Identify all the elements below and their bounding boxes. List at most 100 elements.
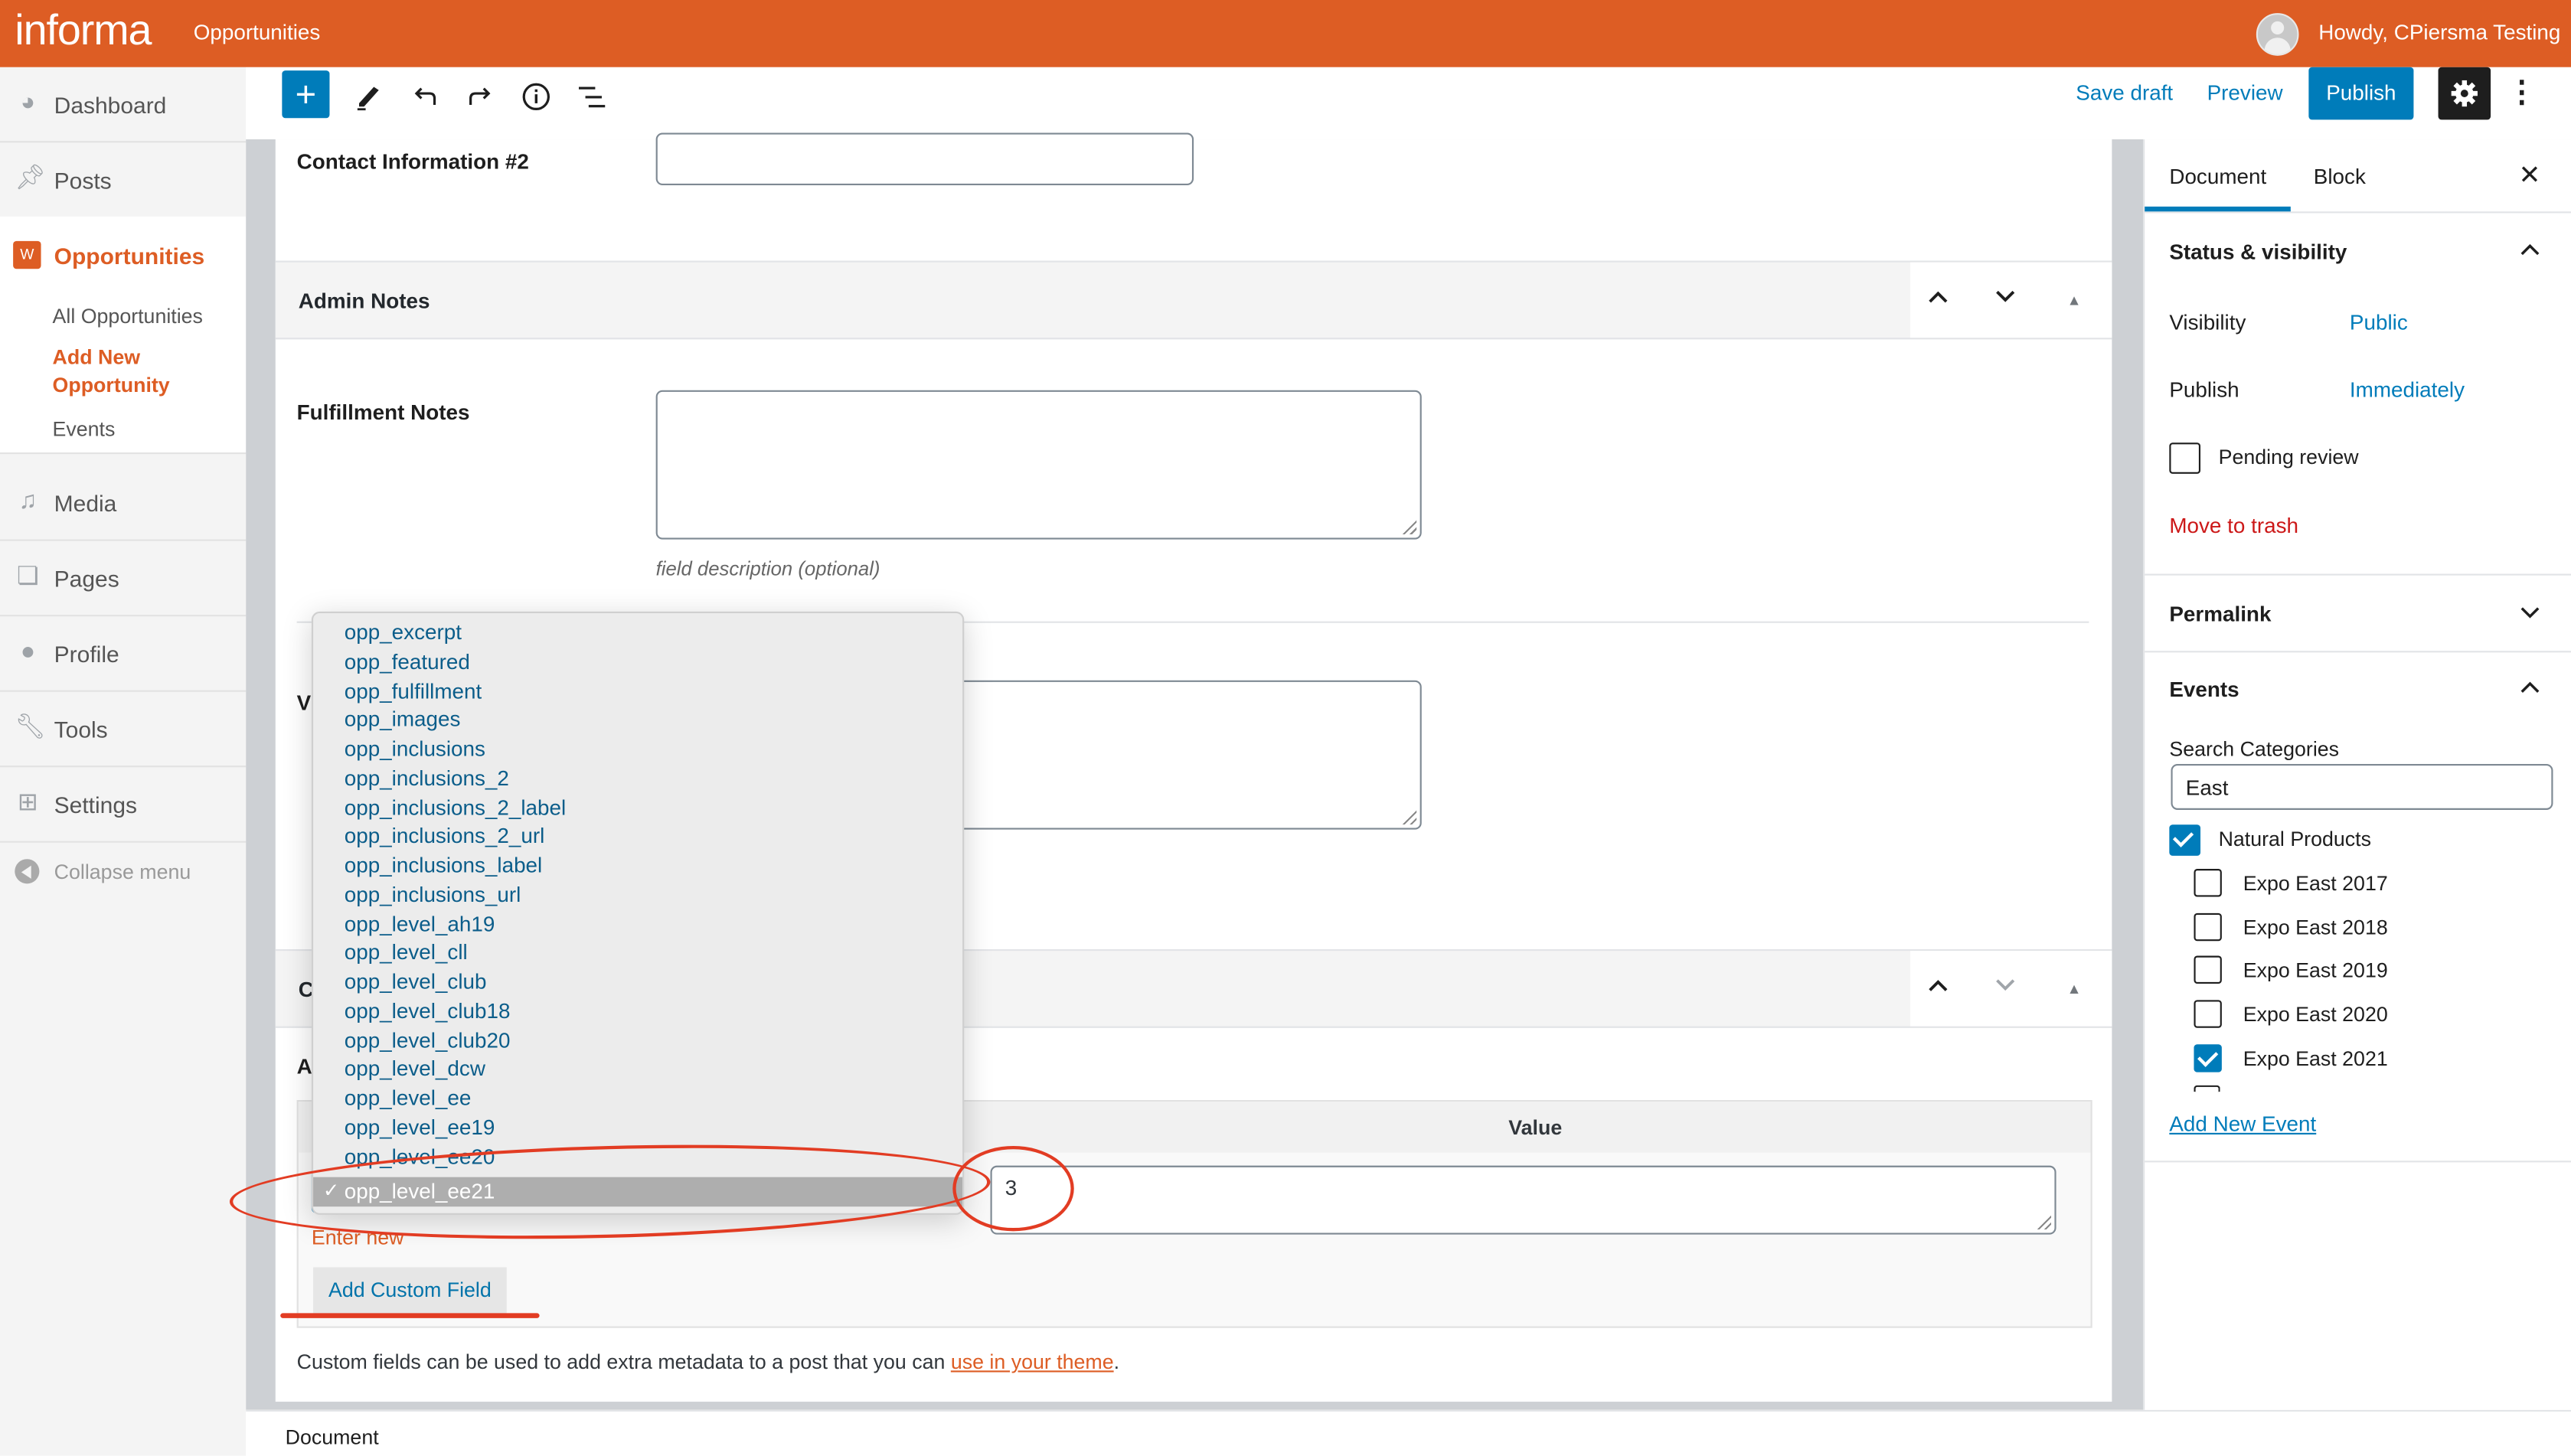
dropdown-option[interactable]: opp_level_ee [313,1084,962,1113]
wrench-icon: 🔧︎ [15,713,47,742]
move-up-button[interactable] [1923,286,1953,315]
panel-controls: ▲ [1909,262,2112,338]
contact-info-2-input[interactable] [655,132,1194,186]
chevron-up-icon[interactable] [2518,238,2541,261]
category-checkbox-partial[interactable] [2194,1085,2220,1092]
sidebar-item-label[interactable]: Opportunities [54,243,205,269]
category-label: Expo East 2020 [2243,1004,2388,1027]
preview-button[interactable]: Preview [2207,80,2283,105]
dropdown-option[interactable]: opp_inclusions_url [313,880,962,909]
fulfillment-notes-textarea[interactable] [655,390,1422,540]
close-settings-button[interactable]: ✕ [2518,159,2540,192]
account-menu[interactable]: Howdy, CPiersma Testing [2318,20,2560,44]
dropdown-option[interactable]: opp_excerpt [313,618,962,647]
submenu-all-opportunities[interactable]: All Opportunities [53,305,203,328]
category-checkbox[interactable] [2194,956,2222,984]
dropdown-option[interactable]: opp_level_club18 [313,997,962,1026]
details-button[interactable] [510,70,563,123]
meta-value-textarea[interactable]: 3 [990,1165,2056,1235]
site-name-link[interactable]: Opportunities [194,20,321,44]
category-checkbox[interactable] [2169,824,2201,856]
visibility-value-button[interactable]: Public [2350,310,2408,335]
submenu-events[interactable]: Events [53,418,116,441]
sidebar-item-settings[interactable]: ⊞ Settings [0,767,247,843]
redo-button[interactable] [454,70,507,123]
sidebar-item-tools[interactable]: 🔧︎ Tools [0,692,247,768]
move-up-button[interactable] [1923,974,1953,1004]
sidebar-item-media[interactable]: ♫ Media [0,465,247,541]
category-label: Expo East 2021 [2243,1047,2388,1071]
meta-key-dropdown-list[interactable]: opp_excerpt opp_featured opp_fulfillment op… [311,611,965,1215]
sidebar-item-label: Pages [54,565,119,593]
chevron-up-icon[interactable] [2518,675,2541,698]
sidebar-item-label: Tools [54,716,108,743]
value-column-header: Value [1508,1116,1563,1140]
dropdown-option[interactable]: opp_level_ee19 [313,1113,962,1142]
enter-new-link[interactable]: Enter new [312,1226,404,1249]
meta-value-text: 3 [1005,1175,1018,1200]
category-checkbox[interactable] [2194,1044,2222,1072]
move-down-button[interactable] [1991,286,2021,315]
category-checkbox[interactable] [2194,1000,2222,1029]
dropdown-option[interactable]: opp_inclusions_2_label [313,792,962,821]
undo-button[interactable] [398,70,451,123]
block-navigation-button[interactable] [566,70,619,123]
move-down-button[interactable] [1991,974,2021,1004]
dropdown-option[interactable]: opp_inclusions [313,734,962,763]
avatar[interactable] [2256,13,2299,56]
use-in-your-theme-link[interactable]: use in your theme [951,1351,1114,1374]
submenu-add-new-opportunity[interactable]: Add New Opportunity [53,344,201,400]
list-view-icon [578,87,606,108]
more-options-button[interactable]: ⋮ [2507,67,2537,120]
dropdown-option[interactable]: opp_level_dcw [313,1055,962,1084]
settings-toggle-button[interactable] [2438,67,2491,120]
add-new-event-link[interactable]: Add New Event [2169,1112,2316,1136]
resize-handle[interactable] [1400,808,1417,825]
dropdown-option[interactable]: opp_images [313,705,962,734]
collapse-menu-button[interactable]: Collapse menu [0,847,246,896]
sidebar-item-posts[interactable]: 📌︎ Posts [0,142,247,218]
resize-handle[interactable] [1400,517,1417,535]
publish-button[interactable]: Publish [2308,67,2414,120]
chevron-down-icon[interactable] [2518,602,2541,625]
dropdown-option[interactable]: opp_level_club [313,968,962,997]
publish-date-button[interactable]: Immediately [2350,377,2465,402]
dropdown-option[interactable]: opp_featured [313,647,962,676]
dropdown-option[interactable]: opp_level_club20 [313,1026,962,1055]
admin-notes-panel-header[interactable]: Admin Notes ▲ [275,260,2112,340]
dropdown-option[interactable]: opp_level_ah19 [313,909,962,939]
add-custom-field-button[interactable]: Add Custom Field [313,1267,507,1314]
sidebar-item-label: Posts [54,167,112,194]
panel-controls: ▲ [1909,951,2112,1027]
tab-document[interactable]: Document [2169,164,2266,188]
resize-handle[interactable] [2034,1213,2052,1230]
tab-block[interactable]: Block [2314,164,2366,188]
pending-review-checkbox[interactable] [2169,442,2201,474]
fulfillment-notes-label: Fulfillment Notes [296,400,470,425]
dropdown-option[interactable]: opp_level_ee20 [313,1142,962,1171]
sidebar-item-dashboard[interactable]: ◕ Dashboard [0,67,247,143]
sidebar-item-pages[interactable]: ❏ Pages [0,541,247,617]
dropdown-option[interactable]: opp_fulfillment [313,676,962,705]
toggle-panel-button[interactable]: ▲ [2060,286,2089,315]
toggle-panel-button[interactable]: ▲ [2060,974,2089,1004]
category-checkbox[interactable] [2194,868,2222,897]
status-visibility-toggle[interactable]: Status & visibility [2169,240,2347,264]
dropdown-option[interactable]: opp_level_cll [313,939,962,968]
add-block-button[interactable]: + [282,70,330,119]
plus-icon: + [295,73,317,114]
search-categories-input[interactable]: East [2171,763,2553,810]
block-breadcrumb[interactable]: Document [286,1426,379,1449]
permalink-toggle[interactable]: Permalink [2169,602,2271,626]
dropdown-option[interactable]: opp_inclusions_2 [313,763,962,792]
sidebar-item-profile[interactable]: ● Profile [0,616,247,692]
site-logo[interactable]: informa [15,5,152,55]
category-checkbox[interactable] [2194,912,2222,941]
dropdown-option[interactable]: ✓ opp_level_ee21 [313,1177,963,1207]
move-to-trash-button[interactable]: Move to trash [2169,513,2298,537]
tools-button[interactable] [343,70,396,123]
dropdown-option[interactable]: opp_inclusions_2_url [313,821,962,850]
save-draft-button[interactable]: Save draft [2076,80,2173,105]
dropdown-option[interactable]: opp_inclusions_label [313,850,962,880]
events-toggle[interactable]: Events [2169,677,2239,701]
